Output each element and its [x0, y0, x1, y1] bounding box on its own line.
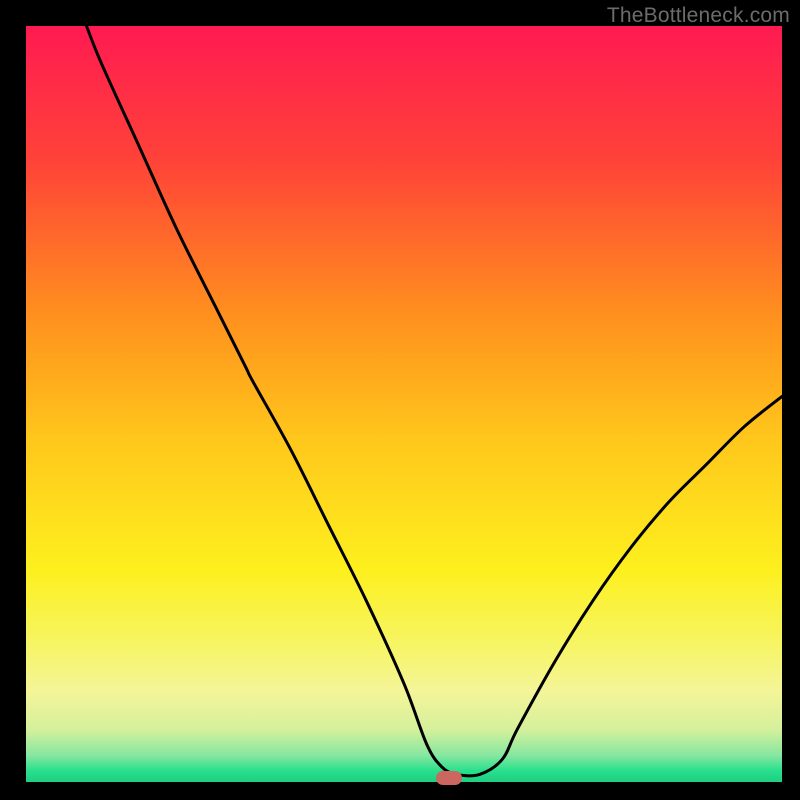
optimum-marker: [436, 771, 462, 785]
watermark-text: TheBottleneck.com: [607, 4, 790, 28]
chart-frame: TheBottleneck.com: [0, 0, 800, 800]
plot-svg: [26, 26, 782, 782]
gradient-background: [26, 26, 782, 782]
plot-area: [26, 26, 782, 782]
